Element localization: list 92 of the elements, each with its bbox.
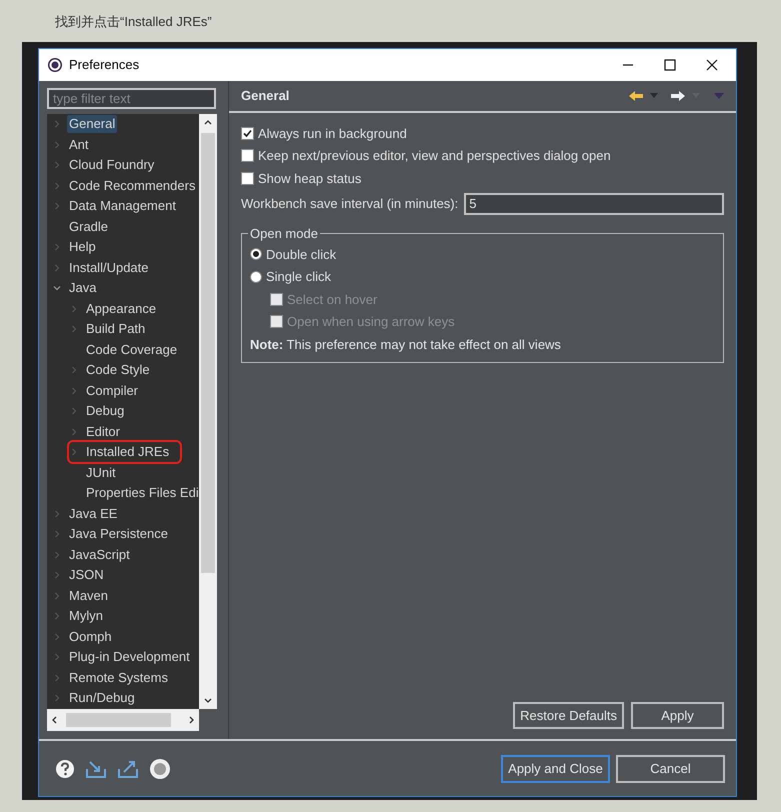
chevron-right-icon[interactable]: [70, 448, 78, 456]
apply-and-close-button[interactable]: Apply and Close: [501, 754, 610, 782]
view-menu-icon[interactable]: [714, 92, 724, 100]
tree-item[interactable]: Java EE: [67, 504, 120, 523]
maximize-icon[interactable]: [664, 59, 676, 71]
record-icon[interactable]: [149, 758, 171, 780]
tree-item[interactable]: Build Path: [84, 320, 148, 338]
option-label: Select on hover: [287, 290, 378, 308]
import-icon[interactable]: [85, 758, 107, 778]
tree-item[interactable]: Java: [67, 279, 98, 298]
tree-item[interactable]: Install/Update: [67, 258, 150, 277]
page-title: General: [241, 87, 290, 106]
tree-item[interactable]: Code Recommenders: [67, 176, 198, 195]
tree-item[interactable]: Maven: [67, 586, 110, 605]
radio-label: Single click: [266, 268, 332, 286]
checkbox[interactable]: [241, 126, 254, 140]
tree-item[interactable]: Properties Files Edi: [84, 484, 199, 502]
tree-item[interactable]: Code Style: [84, 361, 152, 380]
tree-item[interactable]: Data Management: [67, 197, 178, 216]
tree-item[interactable]: Cloud Foundry: [67, 156, 156, 174]
group-title: Open mode: [249, 224, 319, 243]
tree-item[interactable]: Editor: [84, 422, 122, 441]
caption-text: 找到并点击“Installed JREs”: [55, 14, 212, 29]
dropdown-caret-icon[interactable]: [650, 93, 658, 99]
tree-item[interactable]: Remote Systems: [67, 668, 170, 687]
radio-button[interactable]: [250, 270, 262, 283]
chevron-right-icon[interactable]: [53, 530, 61, 538]
checkbox[interactable]: [241, 172, 254, 185]
scrollbar-thumb[interactable]: [66, 713, 171, 727]
chevron-right-icon[interactable]: [53, 694, 61, 702]
chevron-right-icon[interactable]: [53, 120, 61, 128]
option-label: Open when using arrow keys: [287, 313, 455, 331]
help-icon[interactable]: [55, 758, 75, 778]
input-field[interactable]: 5: [464, 192, 724, 214]
tree-item[interactable]: Code Coverage: [84, 340, 180, 359]
option-label: Always run in background: [258, 124, 407, 143]
close-icon[interactable]: [706, 59, 718, 71]
tree-item[interactable]: Java Persistence: [67, 525, 170, 544]
chevron-right-icon[interactable]: [53, 653, 61, 662]
chevron-right-icon[interactable]: [70, 325, 78, 334]
vertical-scrollbar[interactable]: [199, 114, 217, 709]
chevron-right-icon[interactable]: [53, 264, 61, 272]
option-label: Keep next/previous editor, view and perspectives dialog open: [258, 147, 611, 165]
filter-field[interactable]: type filter text: [47, 88, 216, 109]
chevron-down-icon[interactable]: [53, 284, 61, 292]
chevron-right-icon[interactable]: [53, 202, 61, 210]
tree-item[interactable]: Debug: [84, 402, 126, 420]
chevron-right-icon[interactable]: [53, 612, 61, 620]
radio-label: Double click: [266, 246, 336, 264]
chevron-right-icon[interactable]: [53, 161, 61, 170]
radio-button[interactable]: [250, 248, 262, 260]
tree-item[interactable]: JavaScript: [67, 546, 132, 564]
chevron-right-icon[interactable]: [53, 632, 61, 641]
chevron-right-icon[interactable]: [70, 366, 78, 374]
chevron-right-icon[interactable]: [53, 243, 61, 252]
option-label: Show heap status: [258, 170, 362, 188]
apply-button[interactable]: Apply: [631, 702, 724, 729]
tree-item[interactable]: Appearance: [84, 300, 158, 318]
tree-item[interactable]: Installed JREs: [70, 443, 180, 462]
chevron-right-icon[interactable]: [53, 510, 61, 518]
tree-item[interactable]: Help: [67, 238, 98, 256]
chevron-right-icon[interactable]: [53, 571, 61, 580]
window-title: Preferences: [69, 56, 140, 74]
tree-item[interactable]: General: [67, 115, 118, 134]
chevron-right-icon[interactable]: [53, 550, 61, 559]
export-icon[interactable]: [117, 758, 139, 778]
tree-item[interactable]: JUnit: [84, 464, 118, 482]
note-text: Note: This preference may not take effect on all views: [250, 336, 561, 354]
forward-arrow-icon[interactable]: [670, 90, 686, 102]
field-label: Workbench save interval (in minutes):: [241, 194, 458, 213]
back-arrow-icon[interactable]: [628, 90, 644, 102]
tree-item[interactable]: Gradle: [67, 218, 110, 236]
chevron-right-icon[interactable]: [70, 304, 78, 313]
scrollbar-thumb[interactable]: [201, 133, 215, 573]
restore-defaults-button[interactable]: Restore Defaults: [513, 702, 624, 729]
cancel-button[interactable]: Cancel: [616, 754, 725, 782]
checkbox[interactable]: [241, 149, 254, 162]
horizontal-scrollbar[interactable]: [47, 709, 199, 731]
tree-item[interactable]: Plug-in Development: [67, 648, 192, 666]
tree-item[interactable]: JSON: [67, 566, 106, 584]
chevron-right-icon[interactable]: [70, 386, 78, 395]
chevron-right-icon[interactable]: [70, 407, 78, 416]
chevron-right-icon[interactable]: [70, 428, 78, 436]
chevron-right-icon[interactable]: [53, 592, 61, 600]
tree-item[interactable]: Run/Debug: [67, 689, 137, 708]
tree-item[interactable]: Compiler: [84, 382, 140, 400]
tree-item[interactable]: Oomph: [67, 628, 114, 646]
tree-item[interactable]: Mylyn: [67, 607, 105, 626]
tree-item[interactable]: Ant: [67, 136, 91, 154]
chevron-right-icon[interactable]: [53, 182, 61, 190]
chevron-right-icon[interactable]: [53, 674, 61, 682]
chevron-right-icon[interactable]: [53, 140, 61, 149]
